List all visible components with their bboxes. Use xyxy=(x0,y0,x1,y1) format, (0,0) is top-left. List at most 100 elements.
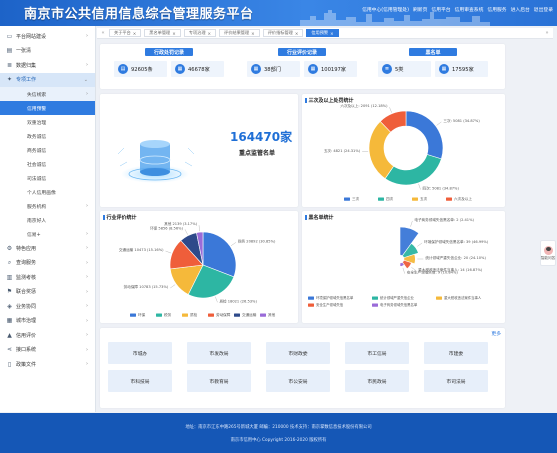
header-link-admin[interactable]: 进入后台 xyxy=(511,6,530,13)
dept-button[interactable]: 市财政委 xyxy=(266,342,330,364)
chevron-right-icon: › xyxy=(86,91,88,97)
chevron-right-icon: › xyxy=(86,62,88,69)
sidebar-item-list[interactable]: ▤ 一张清 xyxy=(0,44,95,59)
chevron-right-icon: › xyxy=(86,332,88,339)
close-icon[interactable]: × xyxy=(295,31,299,36)
dept-button[interactable]: 市科技局 xyxy=(108,370,172,392)
sidebar-item-special[interactable]: ✦ 专项工作 ⌄ xyxy=(0,72,95,87)
legend-swatch xyxy=(446,197,452,201)
dept-button[interactable]: 市公安局 xyxy=(266,370,330,392)
sidebar-subitem-personal-profile[interactable]: 个人信用画像 xyxy=(0,185,95,199)
sidebar-subitem-social-integrity[interactable]: 社会诚信 xyxy=(0,157,95,171)
sidebar-item-featured[interactable]: ⚙ 特色应用 › xyxy=(0,241,95,256)
sidebar-item-label: 查询服务 xyxy=(16,260,37,267)
dept-button[interactable]: 市司法局 xyxy=(424,370,488,392)
dept-button[interactable]: 市建委 xyxy=(424,342,488,364)
header-link-credit-center[interactable]: 信用中心(信用管理处) xyxy=(362,6,409,13)
legend-swatch xyxy=(260,313,266,317)
sidebar-item-label: 监测考核 xyxy=(16,274,37,281)
sidebar-subitem-business-integrity[interactable]: 商务诚信 xyxy=(0,143,95,157)
tab-eval-index[interactable]: 评价指标管理 × xyxy=(262,29,304,37)
dept-button[interactable]: 市工信局 xyxy=(345,342,409,364)
rose-label: 电子商务领域失信黑名单: 2 (2.41%) xyxy=(414,217,474,222)
tab-credit-warning[interactable]: 信用预警 × xyxy=(306,29,339,37)
chart-icon: ▥ xyxy=(6,273,13,281)
legend-label: 六次及以上 xyxy=(454,196,472,201)
flag-icon: ⚑ xyxy=(6,288,13,296)
top-header: 南京市公共信用信息综合管理服务平台 信用中心(信用管理处) 刷新页 信用平台 信… xyxy=(0,0,557,26)
assistant-avatar-icon xyxy=(543,245,553,255)
rose-label: 安全生产领域失信: 9 (10.84%) xyxy=(407,270,459,275)
sidebar-subitem-dishonest-clues[interactable]: 失信线索 › xyxy=(0,87,95,101)
header-link-platform[interactable]: 信用平台 xyxy=(431,6,450,13)
dept-button[interactable]: 市教育局 xyxy=(187,370,251,392)
sidebar-item-assessment[interactable]: ▥ 监测考核 › xyxy=(0,270,95,285)
sidebar-item-joint[interactable]: ⚑ 联合奖惩 › xyxy=(0,285,95,300)
sidebar-subitem-judicial-integrity[interactable]: 司法诚信 xyxy=(0,171,95,185)
sidebar-subitem-good-people[interactable]: 南京好人 xyxy=(0,213,95,227)
close-icon[interactable]: × xyxy=(251,31,255,36)
tab-blacklist[interactable]: 黑名单管理 × xyxy=(144,29,181,37)
tab-scroll-right-icon[interactable]: » xyxy=(544,29,550,37)
header-links: 信用中心(信用管理处) 刷新页 信用平台 信用审查系统 信用服务 进入后台 退出… xyxy=(362,6,553,13)
sidebar-subitem-credit-warning[interactable]: 信用预警 xyxy=(0,101,95,115)
close-icon[interactable]: × xyxy=(330,31,334,36)
monitor-count: 164470家 xyxy=(230,130,293,144)
sidebar-item-policy[interactable]: ▯ 政策文件 › xyxy=(0,357,95,372)
sidebar-item-query[interactable]: ⌕ 查询服务 › xyxy=(0,256,95,271)
header-link-review[interactable]: 信用审查系统 xyxy=(455,6,484,13)
shield-icon: ◈ xyxy=(7,302,12,310)
tab-label: 评价结果管理 xyxy=(224,30,250,35)
dept-button[interactable]: 市发改局 xyxy=(187,342,251,364)
sidebar-item-city[interactable]: ▦ 城市治理 › xyxy=(0,314,95,329)
tab-governance[interactable]: 专项治理 × xyxy=(183,29,217,37)
legend-swatch xyxy=(308,296,314,300)
stat-penalty-companies: ▦ 46678家 xyxy=(171,61,224,77)
sidebar-subitem-service-agencies[interactable]: 服务机构 › xyxy=(0,199,95,213)
chevron-right-icon: › xyxy=(86,33,88,40)
tab-about[interactable]: 关于平台 × xyxy=(109,29,142,37)
close-icon[interactable]: × xyxy=(172,31,176,36)
tab-label: 信用预警 xyxy=(311,30,329,35)
more-link[interactable]: 更多 xyxy=(491,330,501,337)
close-icon[interactable]: × xyxy=(133,31,137,36)
stat-penalty-count: ▤ 92605条 xyxy=(114,61,167,77)
gear-icon: ⚙ xyxy=(6,244,13,252)
chevron-right-icon: › xyxy=(86,245,88,252)
chevron-right-icon: › xyxy=(86,231,88,237)
sidebar: ▭ 平台网站建设 › ▤ 一张清 ≣ 数据归集 › ✦ 专项工作 ⌄ 失信线索 › 信用预警 双… xyxy=(0,26,96,412)
tab-scroll-left-icon[interactable]: « xyxy=(100,29,106,37)
sidebar-item-interface[interactable]: ⋖ 接口系统 › xyxy=(0,343,95,358)
sidebar-subitem-xinyi[interactable]: 信易+ › xyxy=(0,227,95,241)
sidebar-subitem-label: 南京好人 xyxy=(27,218,47,224)
smart-qa-button[interactable]: 智能问答 xyxy=(540,240,556,266)
stat-blacklist-companies: ▦ 17595家 xyxy=(435,61,488,77)
sidebar-item-label: 接口系统 xyxy=(16,347,37,354)
smart-qa-label: 智能问答 xyxy=(540,255,556,260)
legend-swatch xyxy=(156,313,162,317)
sidebar-subitem-gov-integrity[interactable]: 政务诚信 xyxy=(0,129,95,143)
tab-label: 关于平台 xyxy=(114,30,131,35)
sidebar-item-evaluation[interactable]: ▲ 信用评价 › xyxy=(0,328,95,343)
legend-label: 税务 xyxy=(164,312,172,317)
blacklist-card: 黑名单统计 电子商务领域失信黑名单: 2 (2.41%) 环境保护领域失信黑名单:… xyxy=(302,211,505,323)
building-icon: ▦ xyxy=(175,64,185,74)
dept-button[interactable]: 市城办 xyxy=(108,342,172,364)
sidebar-subitem-dual-governance[interactable]: 双重治理 xyxy=(0,115,95,129)
chevron-right-icon: › xyxy=(86,303,88,310)
header-link-service[interactable]: 信用服务 xyxy=(487,6,506,13)
sidebar-item-platform[interactable]: ▭ 平台网站建设 › xyxy=(0,29,95,44)
sidebar-item-data[interactable]: ≣ 数据归集 › xyxy=(0,58,95,73)
donut-label: 五次: 4821 (24.31%) xyxy=(324,148,361,153)
sidebar-subitem-label: 信易+ xyxy=(27,232,41,238)
label-leader-line xyxy=(198,225,200,232)
sidebar-item-collab[interactable]: ◈ 业务协同 › xyxy=(0,299,95,314)
dept-button[interactable]: 市民政局 xyxy=(345,370,409,392)
sidebar-item-label: 数据归集 xyxy=(16,62,37,69)
sidebar-item-label: 联合奖惩 xyxy=(16,289,37,296)
header-link-refresh[interactable]: 刷新页 xyxy=(413,6,427,13)
tab-eval-result[interactable]: 评价结果管理 × xyxy=(219,29,260,37)
header-link-logout[interactable]: 退出登录 xyxy=(534,6,553,13)
label-leader-line xyxy=(418,183,421,190)
close-icon[interactable]: × xyxy=(208,31,212,36)
